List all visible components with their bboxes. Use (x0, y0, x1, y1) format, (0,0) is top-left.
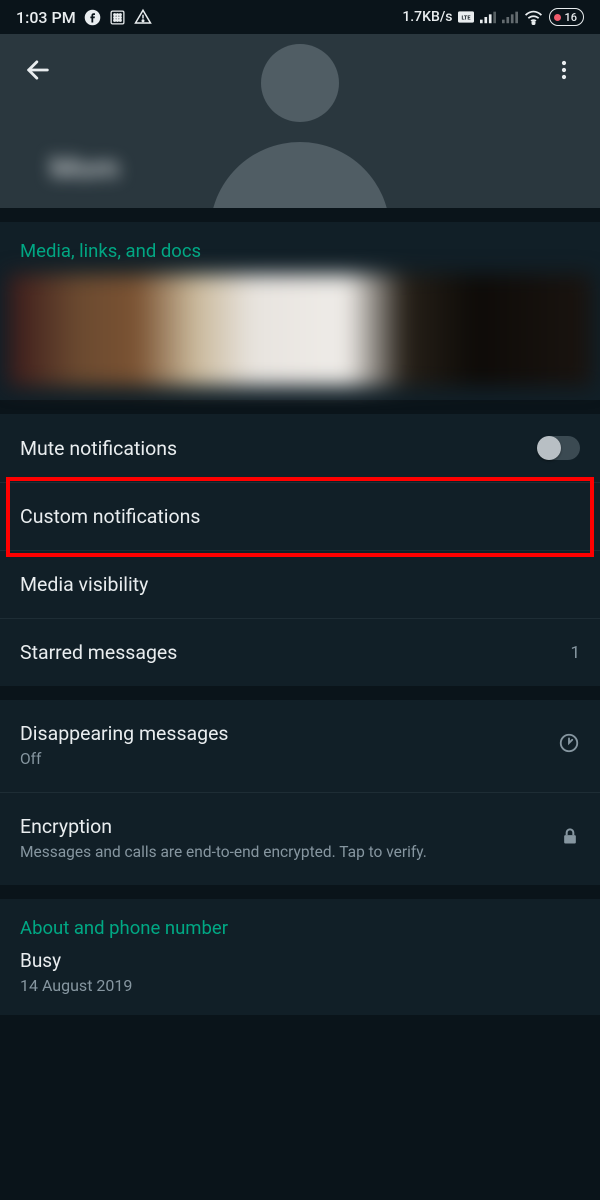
media-visibility-row[interactable]: Media visibility (0, 551, 600, 619)
status-time: 1:03 PM (16, 8, 76, 27)
about-status: Busy (20, 949, 580, 972)
encryption-label: Encryption (20, 815, 427, 838)
starred-count: 1 (570, 643, 580, 663)
battery-percent: 16 (564, 11, 577, 24)
status-bar: 1:03 PM 1.7KB/s LTE 16 (0, 0, 600, 34)
signal2-icon (502, 10, 518, 24)
more-options-button[interactable] (546, 52, 582, 92)
about-date: 14 August 2019 (20, 976, 580, 995)
lock-icon (560, 825, 580, 852)
disappearing-messages-row[interactable]: Disappearing messages Off (0, 700, 600, 793)
custom-notifications-label: Custom notifications (20, 505, 200, 528)
mute-label: Mute notifications (20, 437, 177, 460)
media-visibility-label: Media visibility (20, 573, 148, 596)
timer-icon (558, 732, 580, 759)
about-section: About and phone number Busy 14 August 20… (0, 899, 600, 1015)
encryption-row[interactable]: Encryption Messages and calls are end-to… (0, 793, 600, 885)
triangle-alert-icon (134, 8, 152, 26)
svg-text:LTE: LTE (462, 15, 472, 21)
media-section[interactable]: Media, links, and docs (0, 222, 600, 400)
mute-switch[interactable] (538, 436, 580, 460)
privacy-settings-section: Disappearing messages Off Encryption Mes… (0, 700, 600, 885)
wifi-icon (524, 10, 543, 25)
back-button[interactable] (18, 50, 58, 94)
signal-icon (480, 10, 496, 24)
about-status-row[interactable]: Busy 14 August 2019 (0, 949, 600, 1015)
notification-settings-section: Mute notifications Custom notifications … (0, 414, 600, 686)
starred-messages-row[interactable]: Starred messages 1 (0, 619, 600, 686)
about-header: About and phone number (0, 899, 600, 949)
media-section-title: Media, links, and docs (0, 222, 600, 274)
volte-icon: LTE (458, 11, 474, 23)
encryption-desc: Messages and calls are end-to-end encryp… (20, 842, 427, 863)
app-grid-icon (109, 9, 126, 26)
starred-label: Starred messages (20, 641, 177, 664)
media-thumbnails[interactable] (8, 274, 592, 386)
disappearing-value: Off (20, 749, 229, 770)
battery-indicator: 16 (549, 8, 584, 26)
mute-notifications-row[interactable]: Mute notifications (0, 414, 600, 483)
facebook-icon (84, 9, 101, 26)
contact-header: Mom (0, 34, 600, 208)
network-speed: 1.7KB/s (402, 9, 452, 25)
custom-notifications-row[interactable]: Custom notifications (0, 483, 600, 551)
disappearing-label: Disappearing messages (20, 722, 229, 745)
contact-name: Mom (50, 151, 119, 186)
